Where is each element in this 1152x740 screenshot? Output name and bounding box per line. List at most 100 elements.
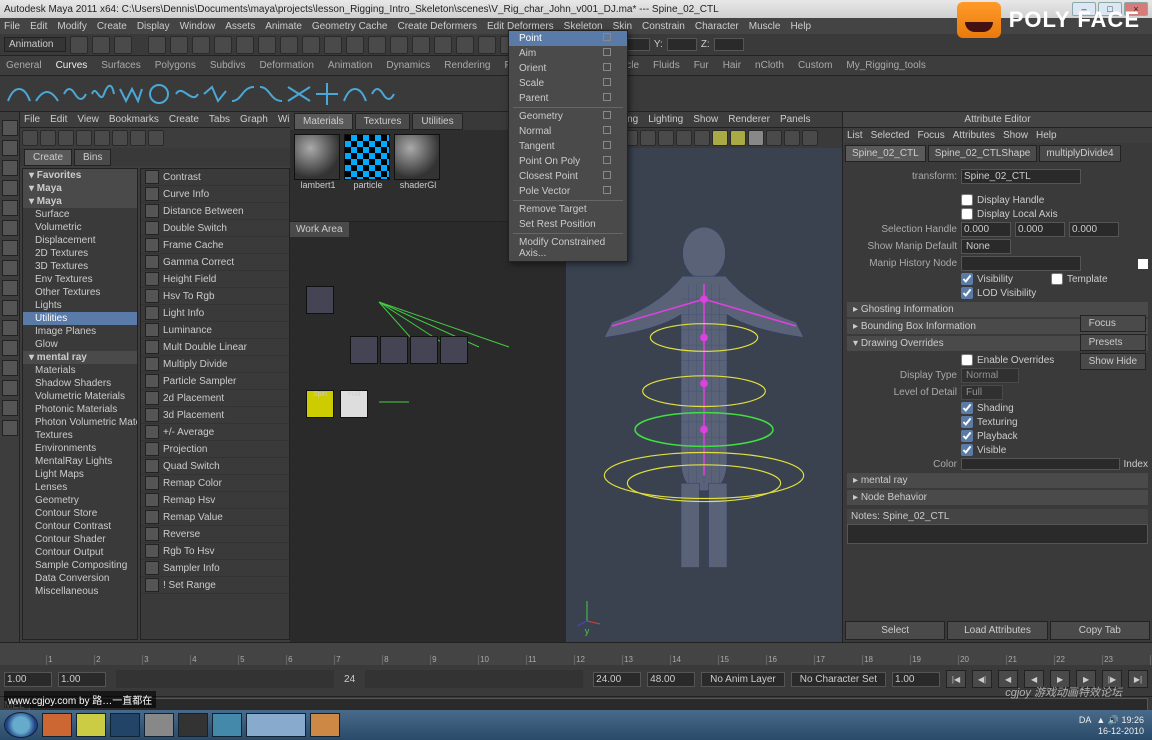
tool-icon[interactable] bbox=[2, 380, 18, 396]
constrain-tangent[interactable]: Tangent bbox=[509, 139, 627, 154]
y-field[interactable] bbox=[667, 38, 697, 51]
graph-node[interactable] bbox=[410, 336, 438, 364]
manip-history-field[interactable] bbox=[961, 256, 1081, 271]
util-item[interactable]: Contrast bbox=[141, 169, 289, 186]
hs-toolbar-icon[interactable] bbox=[76, 130, 92, 146]
curve-icon[interactable] bbox=[34, 81, 60, 107]
tree-item[interactable]: Lights bbox=[23, 299, 137, 312]
util-item[interactable]: Quad Switch bbox=[141, 458, 289, 475]
time-ruler[interactable]: 123456789101112131415161718192021222324 bbox=[0, 643, 1152, 665]
load-attributes-button[interactable]: Load Attributes bbox=[947, 621, 1047, 640]
shelf-tab-fur[interactable]: Fur bbox=[694, 60, 709, 71]
toolbar-icon[interactable] bbox=[390, 36, 408, 54]
toolbar-icon[interactable] bbox=[302, 36, 320, 54]
menu-modify[interactable]: Modify bbox=[57, 21, 86, 32]
display-local-axis-check[interactable] bbox=[961, 208, 973, 220]
constrain-set-rest-position[interactable]: Set Rest Position bbox=[509, 217, 627, 232]
hs-menu-graph[interactable]: Graph bbox=[240, 114, 268, 125]
tree-item[interactable]: Utilities bbox=[23, 312, 137, 325]
viewport-toolbar-icon[interactable] bbox=[748, 130, 764, 146]
tree-item[interactable]: ▾ Favorites bbox=[23, 169, 137, 182]
hs-toolbar-icon[interactable] bbox=[112, 130, 128, 146]
tool-icon[interactable] bbox=[2, 220, 18, 236]
tab-utilities[interactable]: Utilities bbox=[412, 113, 462, 130]
shelf-tab-curves[interactable]: Curves bbox=[56, 60, 88, 71]
toolbar-icon[interactable] bbox=[478, 36, 496, 54]
viewport-toolbar-icon[interactable] bbox=[658, 130, 674, 146]
tool-icon[interactable] bbox=[2, 400, 18, 416]
graph-node[interactable]: mult bbox=[340, 390, 368, 418]
select-button[interactable]: Select bbox=[845, 621, 945, 640]
map-button[interactable] bbox=[1138, 259, 1148, 269]
shading-check[interactable] bbox=[961, 402, 973, 414]
constrain-aim[interactable]: Aim bbox=[509, 46, 627, 61]
tab-textures[interactable]: Textures bbox=[355, 113, 411, 130]
toolbar-icon[interactable] bbox=[258, 36, 276, 54]
tree-item[interactable]: Environments bbox=[23, 442, 137, 455]
tree-item[interactable]: Contour Output bbox=[23, 546, 137, 559]
tree-item[interactable]: Shadow Shaders bbox=[23, 377, 137, 390]
hs-menu-view[interactable]: View bbox=[77, 114, 99, 125]
taskbar-app-icon[interactable] bbox=[212, 713, 242, 737]
curve-icon[interactable] bbox=[118, 81, 144, 107]
tree-item[interactable]: Displacement bbox=[23, 234, 137, 247]
hs-menu-file[interactable]: File bbox=[24, 114, 40, 125]
range-cur[interactable] bbox=[58, 672, 106, 687]
attr-menu-focus[interactable]: Focus bbox=[917, 130, 944, 141]
tree-item[interactable]: Textures bbox=[23, 429, 137, 442]
util-item[interactable]: Gamma Correct bbox=[141, 254, 289, 271]
attr-tab[interactable]: Spine_02_CTL bbox=[845, 145, 926, 162]
hs-toolbar-icon[interactable] bbox=[130, 130, 146, 146]
menu-edit[interactable]: Edit bbox=[30, 21, 47, 32]
copy-tab-button[interactable]: Copy Tab bbox=[1050, 621, 1150, 640]
viewport-toolbar-icon[interactable] bbox=[694, 130, 710, 146]
windows-taskbar[interactable]: DA ▲ 🔊 19:2616-12-2010 bbox=[0, 710, 1152, 740]
shelf-tab-polygons[interactable]: Polygons bbox=[155, 60, 196, 71]
tool-icon[interactable] bbox=[2, 200, 18, 216]
tree-item[interactable]: Env Textures bbox=[23, 273, 137, 286]
util-item[interactable]: Distance Between bbox=[141, 203, 289, 220]
toolbar-icon[interactable] bbox=[148, 36, 166, 54]
utilities-list[interactable]: ContrastCurve InfoDistance BetweenDouble… bbox=[140, 168, 290, 640]
taskbar-firefox-icon[interactable] bbox=[42, 713, 72, 737]
section-mentalray[interactable]: mental ray bbox=[847, 473, 1148, 488]
taskbar-maya-icon[interactable] bbox=[246, 713, 306, 737]
system-tray[interactable]: DA ▲ 🔊 19:2616-12-2010 bbox=[1079, 715, 1148, 736]
graph-node[interactable] bbox=[440, 336, 468, 364]
tab-create[interactable]: Create bbox=[24, 149, 72, 166]
util-item[interactable]: Particle Sampler bbox=[141, 373, 289, 390]
work-area[interactable]: Work Area Spinmult bbox=[290, 222, 566, 642]
vp-menu-renderer[interactable]: Renderer bbox=[728, 114, 770, 125]
tree-item[interactable]: Geometry bbox=[23, 494, 137, 507]
viewport-toolbar-icon[interactable] bbox=[766, 130, 782, 146]
constrain-pole-vector[interactable]: Pole Vector bbox=[509, 184, 627, 199]
toolbar-icon[interactable] bbox=[368, 36, 386, 54]
tree-item[interactable]: ▾ Maya bbox=[23, 195, 137, 208]
menu-animate[interactable]: Animate bbox=[265, 21, 302, 32]
tool-icon[interactable] bbox=[2, 260, 18, 276]
curve-icon[interactable] bbox=[286, 81, 312, 107]
tree-item[interactable]: Photonic Materials bbox=[23, 403, 137, 416]
tree-item[interactable]: Contour Contrast bbox=[23, 520, 137, 533]
menu-create-deformers[interactable]: Create Deformers bbox=[398, 21, 477, 32]
shelf-tab-animation[interactable]: Animation bbox=[328, 60, 372, 71]
range-slider[interactable] bbox=[365, 670, 583, 688]
hs-menu-create[interactable]: Create bbox=[169, 114, 199, 125]
shelf-tab-deformation[interactable]: Deformation bbox=[259, 60, 313, 71]
menu-character[interactable]: Character bbox=[695, 21, 739, 32]
step-back-button[interactable]: ◀| bbox=[972, 670, 992, 688]
hs-menu-edit[interactable]: Edit bbox=[50, 114, 67, 125]
util-item[interactable]: Double Switch bbox=[141, 220, 289, 237]
curve-icon[interactable] bbox=[342, 81, 368, 107]
tool-icon[interactable] bbox=[2, 120, 18, 136]
taskbar-app-icon[interactable] bbox=[178, 713, 208, 737]
tool-icon[interactable] bbox=[2, 300, 18, 316]
enable-overrides-check[interactable] bbox=[961, 354, 973, 366]
attr-menu-selected[interactable]: Selected bbox=[871, 130, 910, 141]
toolbar-icon[interactable] bbox=[346, 36, 364, 54]
shelf-tab-rendering[interactable]: Rendering bbox=[444, 60, 490, 71]
create-tree[interactable]: ▾ Favorites▾ Maya▾ MayaSurfaceVolumetric… bbox=[22, 168, 138, 640]
tree-item[interactable]: Contour Store bbox=[23, 507, 137, 520]
shelf-tab-subdivs[interactable]: Subdivs bbox=[210, 60, 246, 71]
tool-icon[interactable] bbox=[2, 160, 18, 176]
